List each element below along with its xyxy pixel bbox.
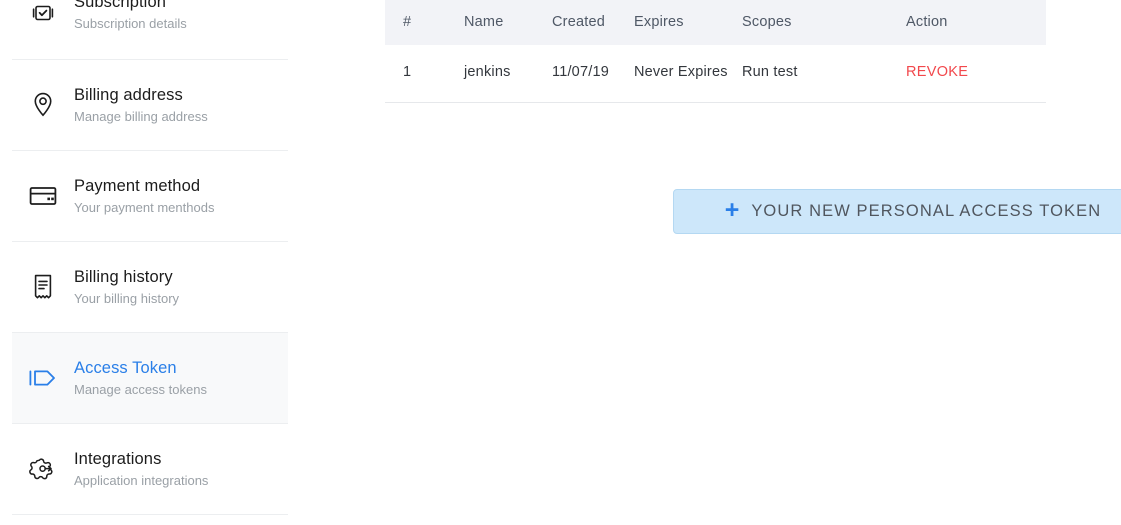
sidebar-item-subtitle: Subscription details	[74, 16, 187, 31]
table-header: # Name Created Expires Scopes Action	[385, 0, 1046, 45]
sidebar-item-text-group: Billing history Your billing history	[74, 267, 179, 308]
tag-icon	[12, 366, 74, 390]
sidebar-item-title: Payment method	[74, 176, 201, 195]
column-header-expires: Expires	[634, 0, 742, 45]
settings-page: Subscription Subscription details Billin…	[0, 0, 1121, 525]
sidebar-item-title: Integrations	[74, 449, 162, 468]
integrations-icon	[12, 455, 74, 483]
column-header-action: Action	[906, 0, 1046, 45]
sidebar-item-billing-history[interactable]: Billing history Your billing history	[12, 242, 288, 333]
cell-expires: Never Expires	[634, 45, 742, 103]
new-personal-access-token-button[interactable]: + YOUR NEW PERSONAL ACCESS TOKEN	[673, 189, 1121, 234]
cell-action: REVOKE	[906, 45, 1046, 103]
sidebar-item-subtitle: Your payment menthods	[74, 199, 215, 215]
access-token-panel: # Name Created Expires Scopes Action 1 j…	[288, 0, 1121, 525]
sidebar-item-access-token[interactable]: Access Token Manage access tokens	[12, 333, 288, 424]
sidebar-item-subtitle: Your billing history	[74, 290, 180, 306]
access-token-table: # Name Created Expires Scopes Action 1 j…	[385, 0, 1046, 103]
sidebar-item-payment-method[interactable]: Payment method Your payment menthods	[12, 151, 288, 242]
sidebar-item-integrations[interactable]: Integrations Application integrations	[12, 424, 288, 515]
receipt-icon	[12, 272, 74, 302]
subscription-icon	[12, 0, 74, 26]
sidebar-item-subscription[interactable]: Subscription Subscription details	[12, 0, 288, 60]
column-header-index: #	[385, 0, 464, 45]
sidebar-item-billing-address[interactable]: Billing address Manage billing address	[12, 60, 288, 151]
sidebar-item-text-group: Integrations Application integrations	[74, 449, 208, 490]
sidebar-item-subtitle: Manage access tokens	[74, 381, 207, 397]
credit-card-icon	[12, 184, 74, 208]
plus-icon: +	[724, 196, 740, 224]
table-body: 1 jenkins 11/07/19 Never Expires Run tes…	[385, 45, 1046, 103]
table-header-row: # Name Created Expires Scopes Action	[385, 0, 1046, 45]
settings-sidebar: Subscription Subscription details Billin…	[0, 0, 288, 525]
location-pin-icon	[12, 90, 74, 120]
sidebar-item-title: Billing history	[74, 267, 173, 286]
revoke-button[interactable]: REVOKE	[906, 64, 968, 80]
sidebar-item-text-group: Access Token Manage access tokens	[74, 358, 207, 399]
sidebar-item-subtitle: Application integrations	[74, 472, 209, 488]
sidebar-item-text-group: Subscription Subscription details	[74, 0, 187, 33]
sidebar-item-text-group: Billing address Manage billing address	[74, 85, 208, 126]
new-token-button-label: YOUR NEW PERSONAL ACCESS TOKEN	[751, 202, 1102, 220]
cell-name: jenkins	[464, 45, 552, 103]
table-row: 1 jenkins 11/07/19 Never Expires Run tes…	[385, 45, 1046, 103]
cell-created: 11/07/19	[552, 45, 634, 103]
sidebar-item-title: Subscription	[74, 0, 166, 11]
cell-index: 1	[385, 45, 464, 103]
sidebar-item-text-group: Payment method Your payment menthods	[74, 176, 214, 217]
sidebar-item-title: Billing address	[74, 85, 183, 104]
cell-scopes: Run test	[742, 45, 906, 103]
sidebar-item-subtitle: Manage billing address	[74, 108, 208, 124]
column-header-created: Created	[552, 0, 634, 45]
column-header-scopes: Scopes	[742, 0, 906, 45]
sidebar-item-title: Access Token	[74, 358, 177, 377]
column-header-name: Name	[464, 0, 552, 45]
